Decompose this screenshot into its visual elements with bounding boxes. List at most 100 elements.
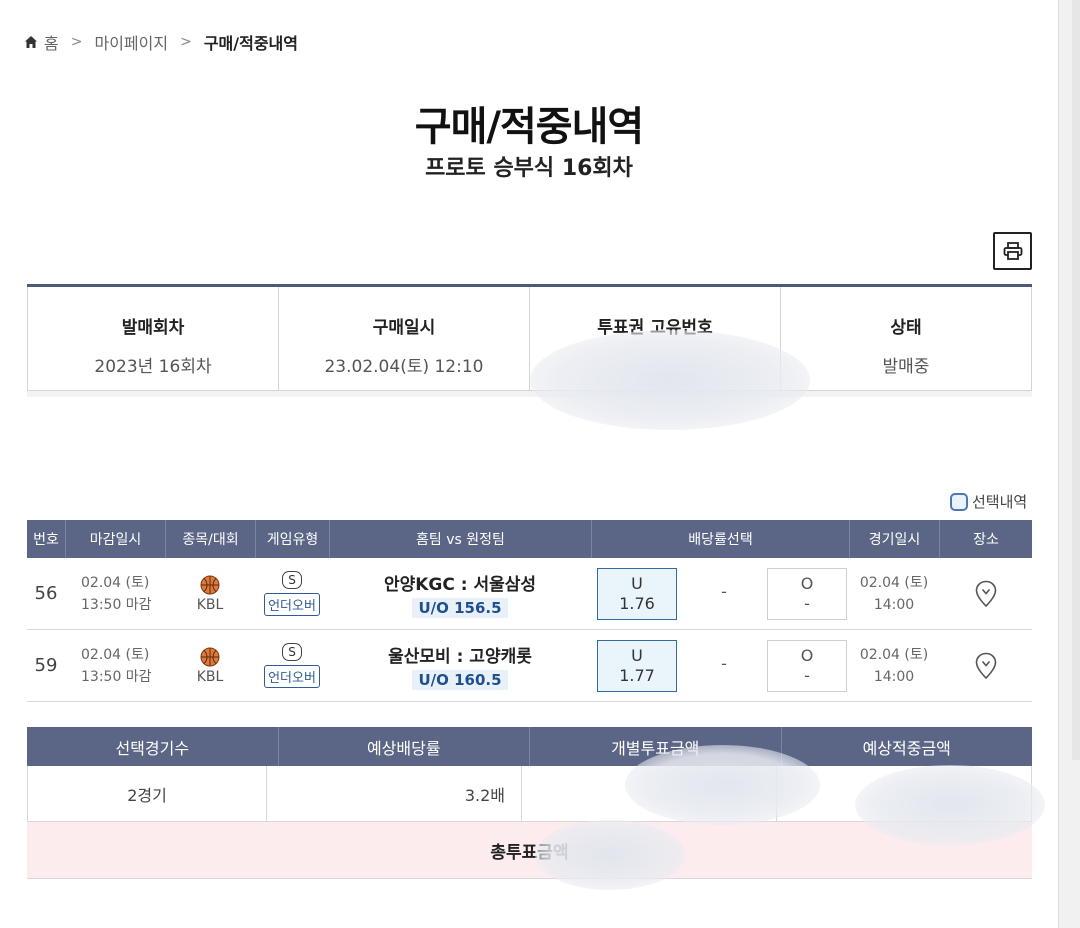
type-symbol-badge: S (282, 643, 302, 661)
game-teams: 울산모비 : 고양캐롯 U/O 160.5 (329, 642, 591, 690)
print-button[interactable] (993, 232, 1032, 270)
breadcrumb-current: 구매/적중내역 (203, 34, 298, 53)
game-odds: U 1.76 - O - (591, 558, 849, 630)
breadcrumb-separator: > (70, 34, 83, 50)
redaction-blur (625, 745, 820, 825)
deadline-date: 02.04 (토) (81, 646, 150, 663)
breadcrumb-home-link[interactable]: 홈 (44, 30, 59, 54)
basketball-icon (200, 647, 220, 666)
deadline-date: 02.04 (토) (81, 574, 150, 591)
summary-header-expected: 예상적중금액 (780, 727, 1033, 766)
odds-over-button[interactable]: O - (767, 639, 847, 692)
header-type: 게임유형 (255, 520, 329, 558)
games-table-header: 번호 마감일시 종목/대회 게임유형 홈팀 vs 원정팀 배당률선택 경기일시 … (27, 520, 1032, 558)
odds-under-label: U (631, 645, 643, 665)
scrollbar-track[interactable] (1072, 0, 1080, 760)
header-place: 장소 (939, 520, 1032, 558)
odds-middle: - (721, 653, 727, 673)
game-date-day: 02.04 (토) (859, 574, 929, 591)
uo-line: U/O 160.5 (412, 669, 508, 690)
location-pin-icon[interactable] (975, 580, 997, 608)
scrollbar[interactable] (1058, 0, 1080, 928)
deadline-time: 13:50 마감 (81, 668, 152, 685)
info-round-cell: 발매회차 2023년 16회차 (27, 287, 278, 390)
teams-label: 안양KGC : 서울삼성 (383, 574, 537, 595)
game-type: S 언더오버 (255, 643, 329, 688)
deadline-time: 13:50 마감 (81, 596, 152, 613)
summary-header-odds: 예상배당률 (277, 727, 530, 766)
breadcrumb-mypage-link[interactable]: 마이페이지 (94, 30, 168, 54)
info-status-cell: 상태 발매중 (780, 287, 1032, 390)
game-number: 59 (34, 655, 58, 676)
odds-under-value: 1.76 (619, 593, 655, 613)
teams-label: 울산모비 : 고양캐롯 (388, 646, 532, 667)
game-place (939, 580, 1032, 608)
info-round-value: 2023년 16회차 (94, 357, 212, 377)
league-label: KBL (196, 668, 224, 685)
odds-under-label: U (631, 573, 643, 593)
breadcrumb: 홈 > 마이페이지 > 구매/적중내역 (24, 30, 298, 54)
type-label-badge: 언더오버 (264, 665, 320, 688)
header-game-date: 경기일시 (849, 520, 939, 558)
odds-under-button[interactable]: U 1.76 (597, 567, 677, 620)
odds-over-value: - (804, 665, 810, 685)
odds-over-label: O (800, 573, 814, 593)
selection-legend-label: 선택내역 (972, 493, 1028, 511)
header-deadline: 마감일시 (65, 520, 165, 558)
game-teams: 안양KGC : 서울삼성 U/O 156.5 (329, 570, 591, 618)
summary-games-value: 2경기 (27, 766, 266, 821)
info-divider (27, 391, 1032, 397)
league-label: KBL (196, 596, 224, 613)
page-subtitle: 프로토 승부식 16회차 (425, 156, 633, 181)
summary-header-games: 선택경기수 (115, 738, 190, 758)
game-sport: KBL (165, 647, 255, 685)
table-row: 56 02.04 (토) 13:50 마감 KBL S 언더오버 안양KGC :… (27, 558, 1032, 630)
game-date-time: 14:00 (873, 668, 915, 685)
type-symbol-badge: S (282, 571, 302, 589)
header-no: 번호 (33, 532, 59, 548)
odds-under-button[interactable]: U 1.77 (597, 639, 677, 692)
table-row: 59 02.04 (토) 13:50 마감 KBL S 언더오버 울산모비 : … (27, 630, 1032, 702)
redaction-blur (855, 765, 1045, 845)
game-deadline: 02.04 (토) 13:50 마감 (65, 644, 165, 688)
odds-under-value: 1.77 (619, 665, 655, 685)
game-odds: U 1.77 - O - (591, 630, 849, 702)
uo-line: U/O 156.5 (412, 597, 508, 618)
redaction-blur (530, 330, 810, 430)
home-icon[interactable] (24, 35, 38, 49)
selection-checkbox[interactable] (950, 492, 968, 511)
game-date-day: 02.04 (토) (859, 646, 929, 663)
info-purchase-value: 23.02.04(토) 12:10 (324, 357, 484, 377)
header-teams: 홈팀 vs 원정팀 (329, 520, 591, 558)
info-status-label: 상태 (890, 318, 922, 338)
summary-odds-value: 3.2배 (266, 766, 521, 821)
header-sport: 종목/대회 (165, 520, 255, 558)
info-purchase-label: 구매일시 (372, 318, 436, 338)
page: 홈 > 마이페이지 > 구매/적중내역 구매/적중내역 프로토 승부식 16회차… (0, 0, 1058, 928)
summary-header: 선택경기수 예상배당률 개별투표금액 예상적중금액 (27, 727, 1032, 766)
info-round-label: 발매회차 (121, 318, 185, 338)
redaction-blur (535, 820, 685, 890)
game-sport: KBL (165, 575, 255, 613)
printer-icon (1003, 242, 1022, 260)
odds-over-button[interactable]: O - (767, 567, 847, 620)
game-number: 56 (34, 583, 58, 604)
odds-middle: - (721, 581, 727, 601)
location-pin-icon[interactable] (975, 652, 997, 680)
game-deadline: 02.04 (토) 13:50 마감 (65, 572, 165, 616)
game-date: 02.04 (토) 14:00 (849, 644, 939, 688)
games-table: 번호 마감일시 종목/대회 게임유형 홈팀 vs 원정팀 배당률선택 경기일시 … (27, 520, 1032, 702)
basketball-icon (200, 575, 220, 594)
selection-legend[interactable]: 선택내역 (950, 491, 1027, 512)
page-title: 구매/적중내역 (414, 104, 644, 150)
odds-over-value: - (804, 593, 810, 613)
header-odds: 배당률선택 (591, 520, 849, 558)
game-date-time: 14:00 (873, 596, 915, 613)
game-place (939, 652, 1032, 680)
game-date: 02.04 (토) 14:00 (849, 572, 939, 616)
breadcrumb-separator: > (180, 34, 192, 50)
game-type: S 언더오버 (255, 571, 329, 616)
info-status-value: 발매중 (882, 357, 930, 377)
odds-over-label: O (800, 645, 814, 665)
type-label-badge: 언더오버 (264, 593, 320, 616)
